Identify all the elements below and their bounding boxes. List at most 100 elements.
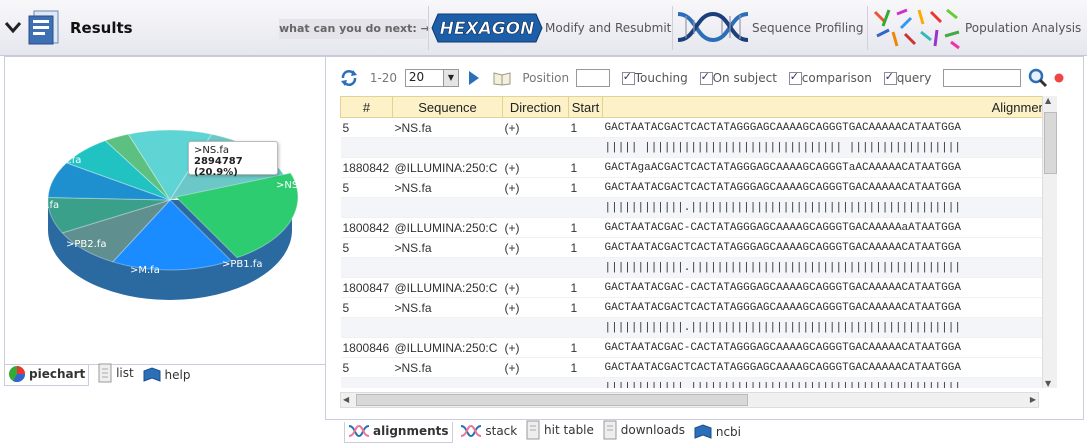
- comparison-checkbox[interactable]: comparison: [788, 70, 872, 85]
- row-number: [340, 377, 393, 388]
- tooltip-name: >NS.fa: [194, 145, 230, 156]
- pie-slice-label: >NA.fa: [46, 155, 81, 166]
- row-start: [568, 317, 603, 338]
- row-start: 1: [568, 217, 603, 238]
- tab-ncbi[interactable]: ncbi: [693, 424, 741, 440]
- modify-resubmit-link[interactable]: Modify and Resubmit: [545, 21, 671, 35]
- tab-hit-table[interactable]: hit table: [525, 420, 594, 440]
- next-page-icon[interactable]: [467, 69, 481, 87]
- position-input[interactable]: [575, 69, 610, 87]
- scroll-up-icon[interactable]: ▲: [1045, 96, 1051, 105]
- row-start: 1: [568, 297, 603, 318]
- left-tabs: piechart list help: [4, 363, 194, 386]
- row-alignment: ||||||||||||.|||||||||||||||||||||||||||…: [602, 197, 1042, 218]
- match-line-row[interactable]: ||||||||||||.|||||||||||||||||||||||||||…: [340, 197, 1042, 218]
- on-subject-checkbox[interactable]: On subject: [699, 70, 777, 85]
- match-line-row[interactable]: ||||||||||||.|||||||||||||||||||||||||||…: [340, 257, 1042, 278]
- row-direction: (+): [502, 177, 569, 198]
- vertical-scrollbar[interactable]: ▲ ▼: [1042, 96, 1057, 388]
- table-row[interactable]: 5 >NS.fa (+) 1 GACTAATACGACTCACTATAGGGAGCAAA…: [340, 357, 1042, 378]
- open-book-icon[interactable]: [493, 70, 511, 86]
- tab-list[interactable]: list: [97, 363, 134, 383]
- row-direction: [502, 377, 569, 388]
- query-checkbox[interactable]: query: [883, 70, 932, 85]
- scroll-right-icon[interactable]: ▶: [1030, 393, 1036, 407]
- page-size-value: 20: [408, 70, 425, 84]
- search-input[interactable]: [943, 69, 1022, 87]
- population-analysis-link[interactable]: Population Analysis: [965, 21, 1081, 35]
- column-header-sequence[interactable]: Sequence: [392, 96, 503, 118]
- hexagon-logo-text: HEXAGON: [440, 19, 535, 39]
- match-line-row[interactable]: ||||||||||||.|||||||||||||||||||||||||||…: [340, 317, 1042, 338]
- on-subject-check[interactable]: [699, 70, 713, 85]
- row-direction: [502, 197, 569, 218]
- row-direction: [502, 137, 569, 158]
- row-start: [568, 377, 603, 388]
- query-check[interactable]: [883, 70, 897, 85]
- tab-stack[interactable]: stack: [460, 422, 517, 440]
- touching-check[interactable]: [621, 70, 635, 85]
- table-row[interactable]: 5 >NS.fa (+) 1 GACTAATACGACTCACTATAGGGAGCAAA…: [340, 237, 1042, 258]
- vertical-scroll-thumb[interactable]: [1044, 112, 1057, 174]
- table-row[interactable]: 1880842 @ILLUMINA:250:C (+) 1 GACTAgaACGACTC…: [340, 157, 1042, 178]
- chevron-down-icon[interactable]: [4, 18, 22, 36]
- tooltip-value: 2894787 (20.9%): [194, 156, 243, 178]
- page-size-select[interactable]: 20 ▼: [404, 69, 459, 87]
- query-label: query: [896, 71, 932, 85]
- tab-piechart[interactable]: piechart: [4, 365, 90, 386]
- refresh-icon[interactable]: [340, 69, 358, 87]
- row-sequence: [392, 257, 503, 278]
- tab-help[interactable]: help: [142, 367, 190, 383]
- row-alignment: GACTAATACGACTCACTATAGGGAGCAAAAGCAGGGTGAC…: [602, 297, 1042, 318]
- tab-downloads[interactable]: downloads: [602, 420, 685, 440]
- pie-slice-label: >M.fa: [130, 265, 160, 276]
- match-line-row[interactable]: ||||||||||||.|||||||||||||||||||||||||||…: [340, 377, 1042, 388]
- row-sequence: [392, 197, 503, 218]
- pie-slice-label: >HA.fa: [81, 114, 116, 125]
- table-row[interactable]: 5 >NS.fa (+) 1 GACTAATACGACTCACTATAGGGAGCAAA…: [340, 117, 1042, 138]
- pie-slice-label: >PA.fa: [142, 96, 175, 107]
- dna-icon: [348, 424, 370, 438]
- table-row[interactable]: 1800842 @ILLUMINA:250:C (+) 1 GACTAATACGAC-C…: [340, 217, 1042, 238]
- row-number: 5: [340, 117, 393, 138]
- dna-helix-icon[interactable]: [676, 6, 750, 48]
- row-start: 1: [568, 177, 603, 198]
- scroll-left-icon[interactable]: ◀: [343, 393, 349, 407]
- table-row[interactable]: 5 >NS.fa (+) 1 GACTAATACGACTCACTATAGGGAGCAAA…: [340, 177, 1042, 198]
- column-header-start[interactable]: Start: [568, 96, 603, 118]
- table-row[interactable]: 1800846 @ILLUMINA:250:C (+) 1 GACTAATACGAC-C…: [340, 337, 1042, 358]
- tab-downloads-label: downloads: [620, 423, 686, 437]
- match-line-row[interactable]: ||||| |||||||||||||||||||||||||||||| |||…: [340, 137, 1042, 158]
- horizontal-scrollbar[interactable]: ◀ ▶: [340, 392, 1039, 408]
- row-number: 1880842: [340, 157, 393, 178]
- row-start: 1: [568, 117, 603, 138]
- scroll-down-icon[interactable]: ▼: [1045, 379, 1051, 388]
- comparison-check[interactable]: [788, 70, 802, 85]
- search-icon[interactable]: [1028, 68, 1048, 88]
- row-number: 5: [340, 177, 393, 198]
- hexagon-logo[interactable]: HEXAGON: [430, 12, 544, 44]
- population-analysis-icon[interactable]: [871, 6, 963, 50]
- position-label: Position: [522, 71, 570, 85]
- column-header-number[interactable]: #: [340, 96, 393, 118]
- horizontal-scroll-thumb[interactable]: [356, 394, 748, 406]
- table-row[interactable]: 5 >NS.fa (+) 1 GACTAATACGACTCACTATAGGGAGCAAA…: [340, 297, 1042, 318]
- divider: [867, 6, 868, 50]
- row-direction: [502, 317, 569, 338]
- clear-search-icon[interactable]: [1054, 73, 1064, 83]
- column-header-alignment[interactable]: Alignment: [602, 96, 1042, 118]
- row-number: [340, 197, 393, 218]
- bottom-tabs: alignments stack hit table downloads ncb…: [344, 420, 745, 443]
- piechart-icon: [9, 366, 26, 383]
- row-number: [340, 317, 393, 338]
- touching-checkbox[interactable]: Touching: [621, 70, 688, 85]
- alignment-table: # Sequence Direction Start Alignment 5>N…: [340, 96, 1042, 388]
- row-direction: (+): [502, 117, 569, 138]
- what-next-label: what can you do next: →: [279, 19, 430, 39]
- sequence-profiling-link[interactable]: Sequence Profiling: [752, 21, 864, 35]
- table-header-row: # Sequence Direction Start Alignment: [340, 96, 1042, 118]
- tab-alignments[interactable]: alignments: [344, 422, 453, 443]
- column-header-direction[interactable]: Direction: [502, 96, 569, 118]
- table-row[interactable]: 1800847 @ILLUMINA:250:C (+) 1 GACTAATACGAC-C…: [340, 277, 1042, 298]
- row-alignment: GACTAATACGACTCACTATAGGGAGCAAAAGCAGGGTGAC…: [602, 117, 1042, 138]
